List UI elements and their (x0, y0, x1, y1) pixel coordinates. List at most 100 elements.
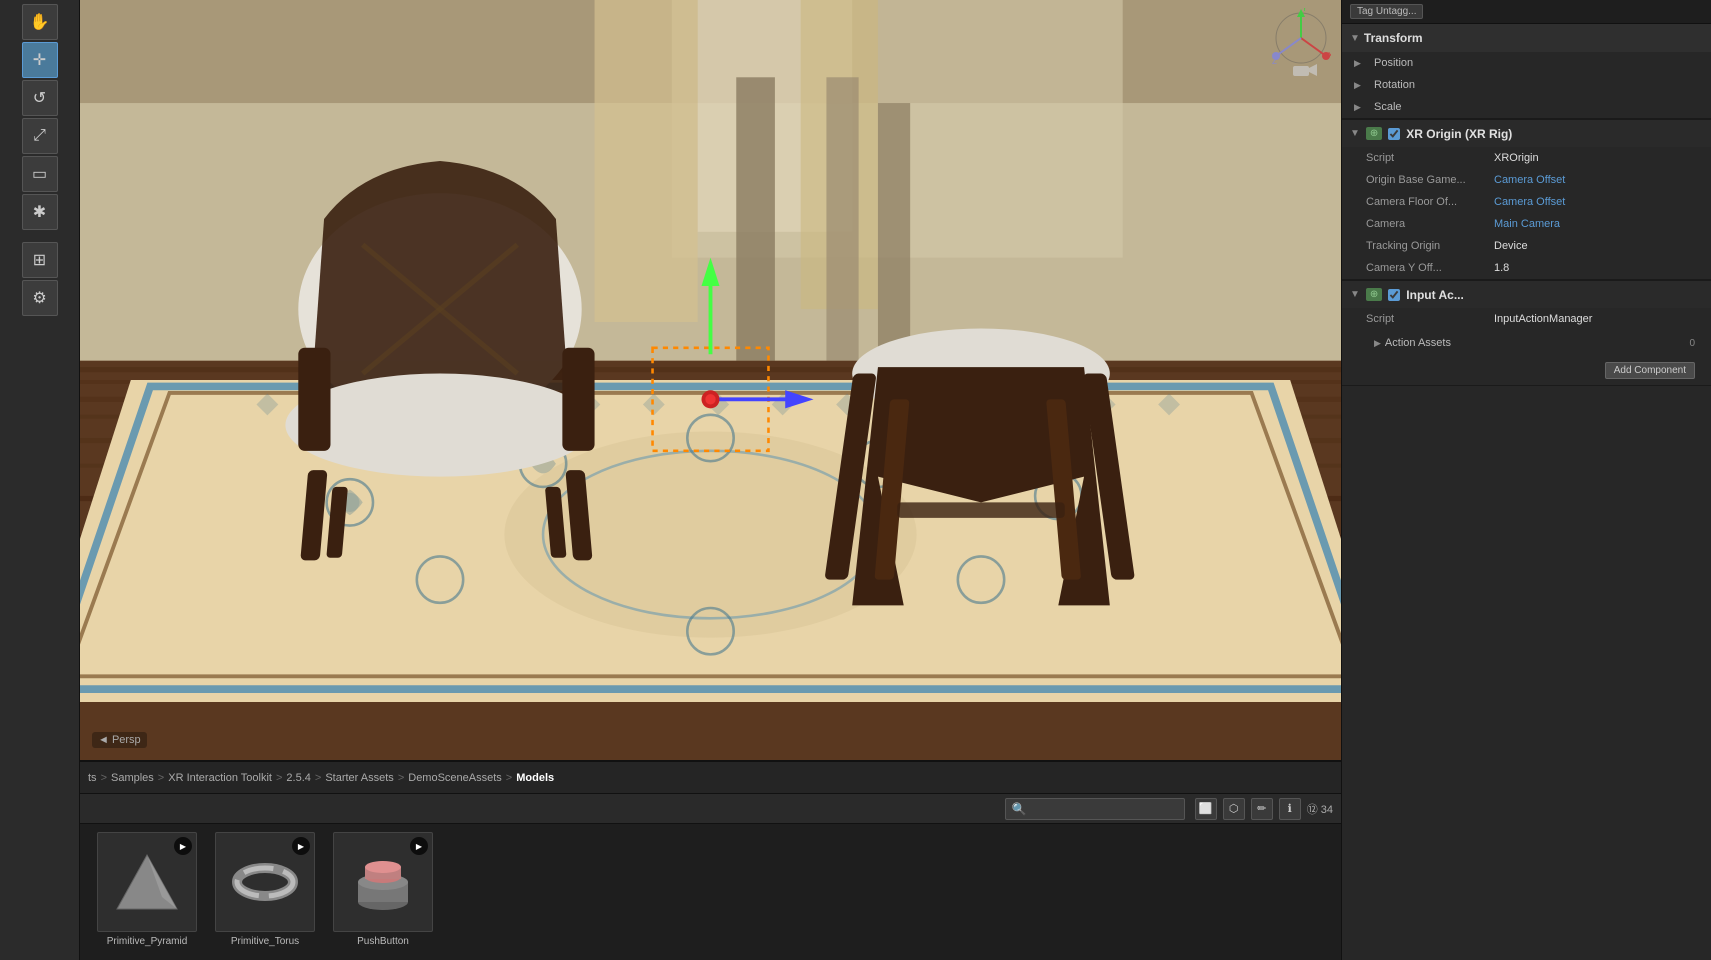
xr-camera-floor-row: Camera Floor Of... Camera Offset (1342, 191, 1711, 213)
position-row: ▶ Position (1342, 52, 1711, 74)
asset-grid: ▶ Primitive_Pyramid ▶ Primitive_Torus (80, 824, 1341, 960)
action-assets-label: Action Assets (1385, 337, 1451, 349)
hand-tool-btn[interactable]: ✋ (22, 4, 58, 40)
collapse-icon: ▼ (1350, 33, 1360, 44)
camera-y-value: 1.8 (1494, 262, 1703, 274)
rotation-label: Rotation (1374, 79, 1415, 91)
custom-tool-btn[interactable]: ✱ (22, 194, 58, 230)
xr-camera-y-row: Camera Y Off... 1.8 (1342, 257, 1711, 279)
xr-script-label: Script (1366, 152, 1486, 164)
left-toolbar: ✋ ✛ ↺ ⤢ ▭ ✱ ⊞ ⚙ (0, 0, 80, 960)
action-assets-row: ▶ Action Assets 0 (1342, 330, 1711, 356)
action-expand-icon: ▶ (1374, 338, 1381, 349)
transform-section: ▼ Transform ▶ Position ▶ Rotation ▶ Scal… (1342, 24, 1711, 119)
tracking-origin-label: Tracking Origin (1366, 240, 1486, 252)
origin-base-label: Origin Base Game... (1366, 174, 1486, 186)
xr-tracking-row: Tracking Origin Device (1342, 235, 1711, 257)
input-script-row: Script InputActionManager (1342, 308, 1711, 330)
asset-pyramid[interactable]: ▶ Primitive_Pyramid (92, 832, 202, 952)
asset-name-pushbutton: PushButton (357, 936, 409, 947)
camera-label: Camera (1366, 218, 1486, 230)
asset-pushbutton[interactable]: ▶ PushButton (328, 832, 438, 952)
camera-y-label: Camera Y Off... (1366, 262, 1486, 274)
input-action-section: ▼ ⊕ Input Ac... Script InputActionManage… (1342, 280, 1711, 386)
action-count: 0 (1689, 338, 1695, 349)
icon-btn-4[interactable]: ℹ (1279, 798, 1301, 820)
rotate-tool-btn[interactable]: ↺ (22, 80, 58, 116)
search-bar[interactable]: 🔍 (1005, 798, 1185, 820)
breadcrumb-ts[interactable]: ts (88, 772, 97, 784)
breadcrumb-samples[interactable]: Samples (111, 772, 154, 784)
bottom-asset-toolbar: 🔍 ⬜ ⬡ ✏ ℹ ⑫ 34 (80, 794, 1341, 824)
asset-play-btn-pyramid[interactable]: ▶ (174, 837, 192, 855)
input-action-title: Input Ac... (1406, 288, 1464, 302)
breadcrumb-xr[interactable]: XR Interaction Toolkit (168, 772, 272, 784)
asset-play-btn-torus[interactable]: ▶ (292, 837, 310, 855)
input-enable-checkbox[interactable] (1388, 289, 1400, 301)
camera-floor-value[interactable]: Camera Offset (1494, 196, 1703, 208)
xr-enable-checkbox[interactable] (1388, 128, 1400, 140)
asset-torus[interactable]: ▶ Primitive_Torus (210, 832, 320, 952)
input-script-label: Script (1366, 313, 1486, 325)
svg-text:X: X (1328, 51, 1331, 60)
breadcrumb-version[interactable]: 2.5.4 (286, 772, 310, 784)
rotation-arrow: ▶ (1354, 80, 1370, 91)
asset-thumb-pushbutton[interactable]: ▶ (333, 832, 433, 932)
svg-text:Y: Y (1302, 8, 1308, 13)
scale-arrow: ▶ (1354, 102, 1370, 113)
xr-origin-base-row: Origin Base Game... Camera Offset (1342, 169, 1711, 191)
extra-tool-btn[interactable]: ⊞ (22, 242, 58, 278)
scale-tool-btn[interactable]: ⤢ (22, 118, 58, 154)
camera-value[interactable]: Main Camera (1494, 218, 1703, 230)
xr-origin-header[interactable]: ▼ ⊕ XR Origin (XR Rig) (1342, 119, 1711, 147)
scale-label: Scale (1374, 101, 1402, 113)
tracking-origin-value[interactable]: Device (1494, 240, 1703, 252)
xr-script-row: Script XROrigin (1342, 147, 1711, 169)
input-script-value[interactable]: InputActionManager (1494, 313, 1703, 325)
svg-text:Z: Z (1272, 57, 1277, 66)
icon-btn-1[interactable]: ⬜ (1195, 798, 1217, 820)
viewport-gizmo: Y X Z (1271, 8, 1331, 81)
input-icon: ⊕ (1366, 288, 1382, 301)
icon-btn-3[interactable]: ✏ (1251, 798, 1273, 820)
tag-row: Tag Untagg... (1342, 0, 1711, 24)
xr-icon: ⊕ (1366, 127, 1382, 140)
search-input[interactable] (1031, 803, 1178, 815)
camera-floor-label: Camera Floor Of... (1366, 196, 1486, 208)
breadcrumb-demo[interactable]: DemoSceneAssets (408, 772, 502, 784)
position-label: Position (1374, 57, 1413, 69)
origin-base-value[interactable]: Camera Offset (1494, 174, 1703, 186)
asset-thumb-torus[interactable]: ▶ (215, 832, 315, 932)
icon-btn-2[interactable]: ⬡ (1223, 798, 1245, 820)
extra2-tool-btn[interactable]: ⚙ (22, 280, 58, 316)
inspector-panel: Tag Untagg... ▼ Transform ▶ Position ▶ R… (1341, 0, 1711, 960)
rotation-row: ▶ Rotation (1342, 74, 1711, 96)
xr-camera-row: Camera Main Camera (1342, 213, 1711, 235)
bottom-panel: ts > Samples > XR Interaction Toolkit > … (80, 760, 1341, 960)
input-collapse-icon: ▼ (1350, 289, 1360, 300)
transform-header[interactable]: ▼ Transform (1342, 24, 1711, 52)
rect-tool-btn[interactable]: ▭ (22, 156, 58, 192)
scale-row: ▶ Scale (1342, 96, 1711, 118)
search-icon: 🔍 (1012, 802, 1027, 816)
asset-name-pyramid: Primitive_Pyramid (107, 936, 188, 947)
transform-title: Transform (1364, 31, 1423, 45)
zoom-label: ⑫ 34 (1307, 801, 1333, 817)
position-arrow: ▶ (1354, 58, 1370, 69)
asset-play-btn-pushbutton[interactable]: ▶ (410, 837, 428, 855)
xr-script-value[interactable]: XROrigin (1494, 152, 1703, 164)
xr-origin-section: ▼ ⊕ XR Origin (XR Rig) Script XROrigin O… (1342, 119, 1711, 280)
move-tool-btn[interactable]: ✛ (22, 42, 58, 78)
tag-badge[interactable]: Tag Untagg... (1350, 4, 1423, 19)
add-component-btn[interactable]: Add Component (1605, 362, 1695, 379)
action-assets-header[interactable]: ▶ Action Assets 0 (1366, 333, 1703, 353)
asset-name-torus: Primitive_Torus (231, 936, 299, 947)
scene-viewport[interactable]: ◄ Persp Y X Z (80, 0, 1341, 760)
breadcrumb-starter[interactable]: Starter Assets (325, 772, 393, 784)
asset-thumb-pyramid[interactable]: ▶ (97, 832, 197, 932)
breadcrumb-models[interactable]: Models (516, 772, 554, 784)
input-action-header[interactable]: ▼ ⊕ Input Ac... (1342, 280, 1711, 308)
persp-label: ◄ Persp (92, 732, 147, 748)
xr-origin-title: XR Origin (XR Rig) (1406, 127, 1512, 141)
xr-collapse-icon: ▼ (1350, 128, 1360, 139)
